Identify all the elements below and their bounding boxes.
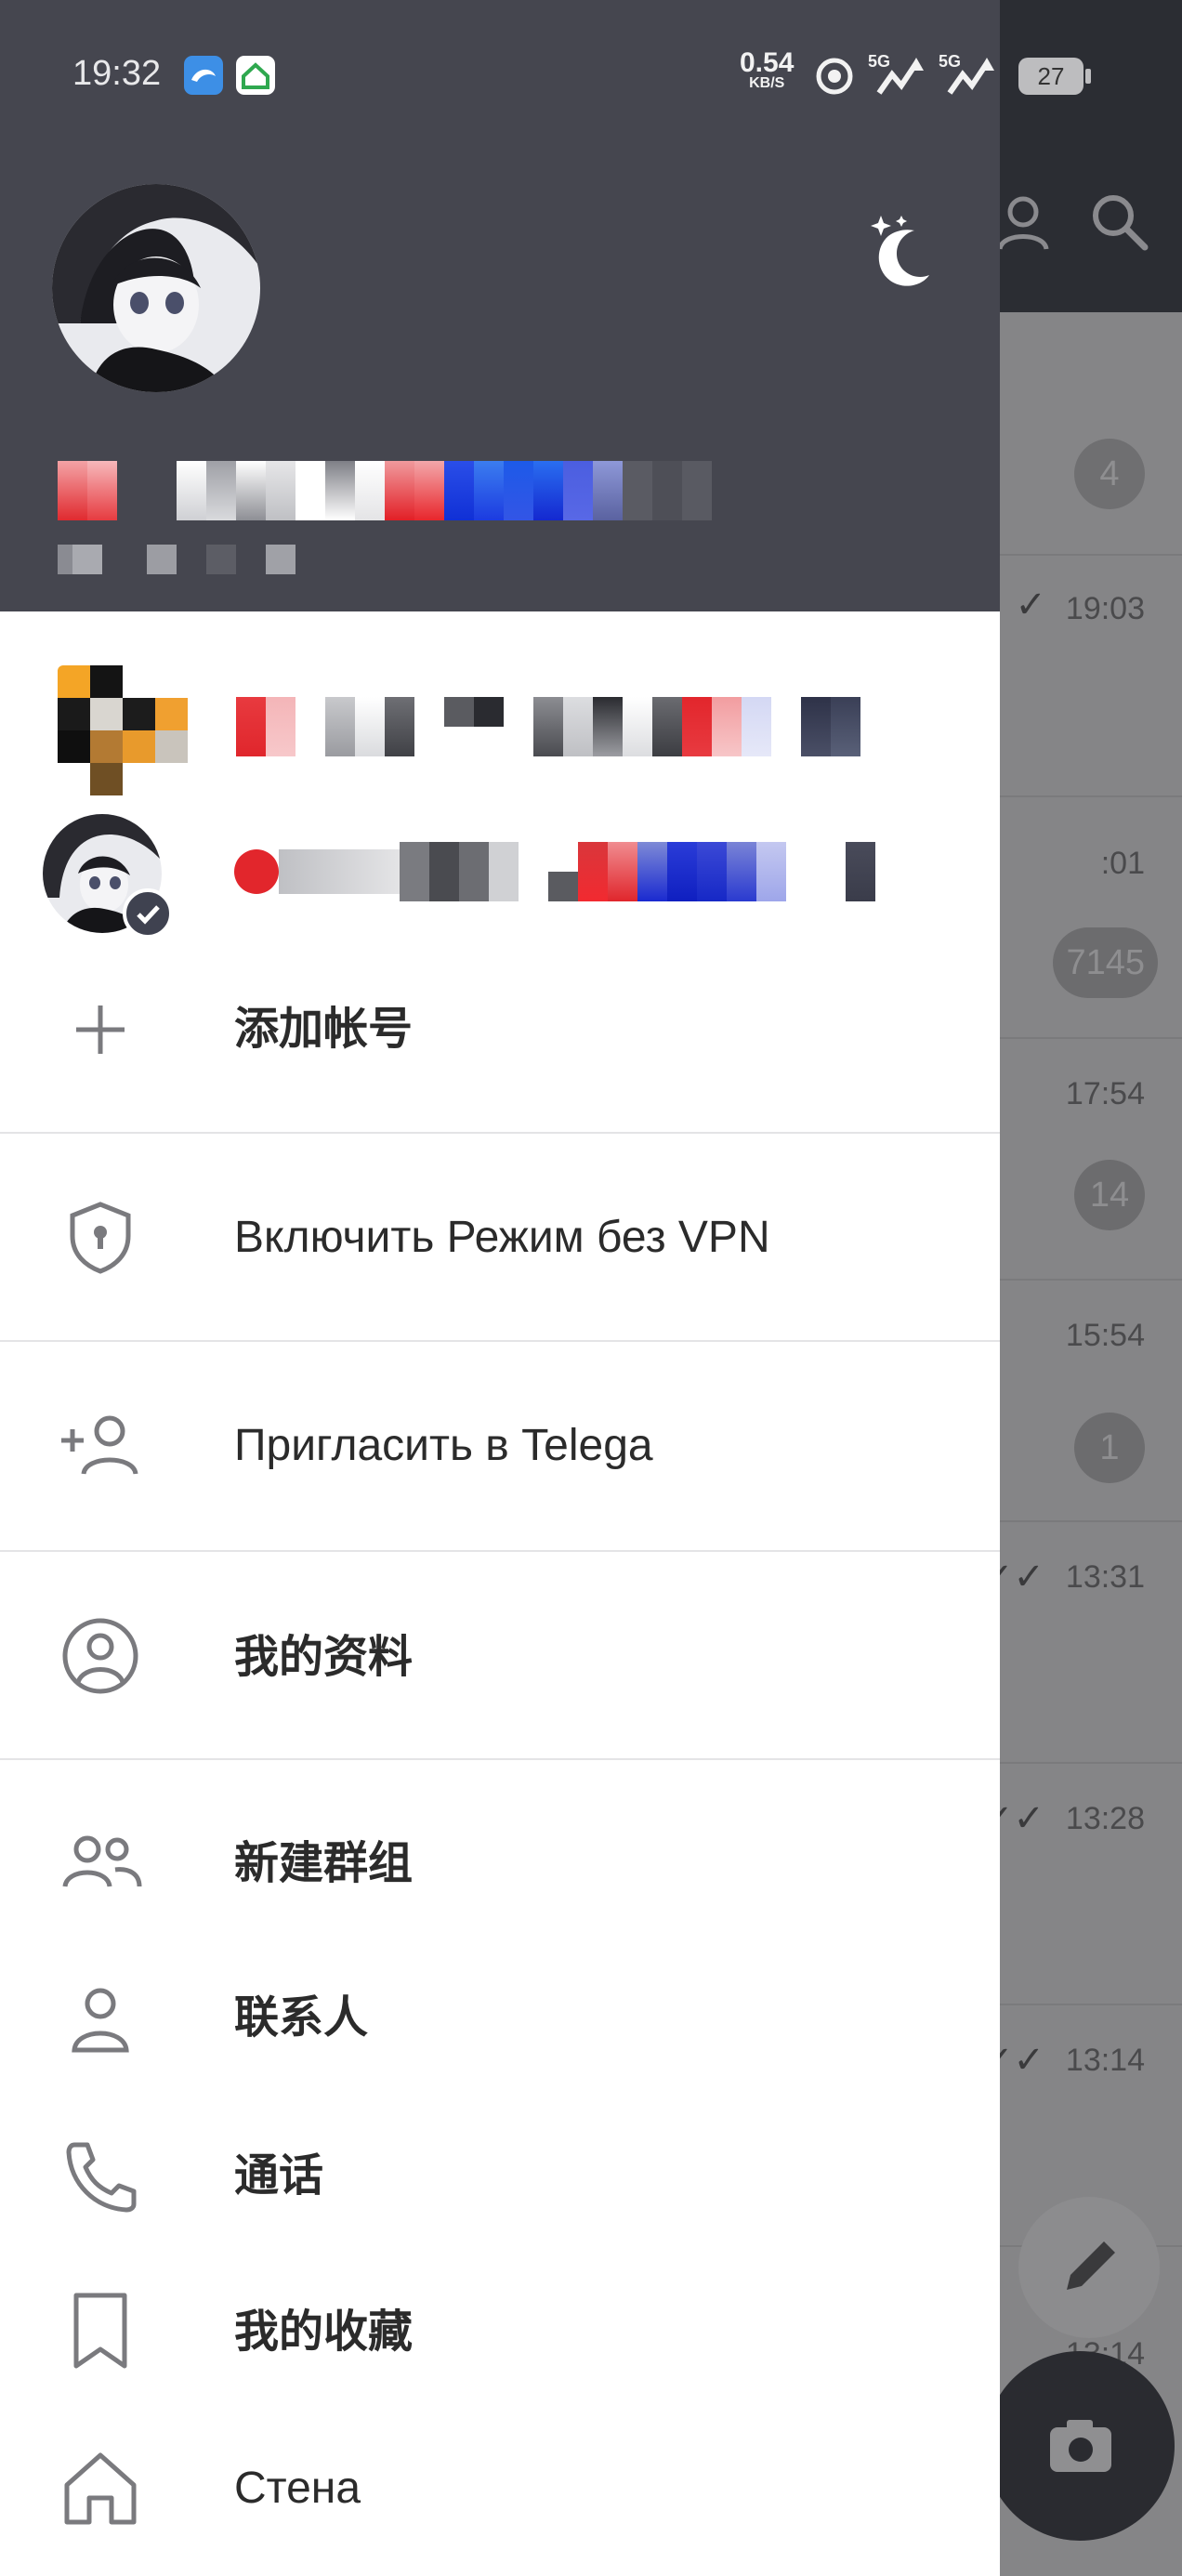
pencil-icon [1067, 2241, 1115, 2290]
unread-badge: 7145 [1053, 927, 1158, 998]
home-icon [64, 2452, 137, 2525]
hotspot-icon [816, 58, 853, 95]
night-mode-toggle[interactable] [860, 206, 944, 290]
chat-row[interactable]: ✓ 19:03 [1000, 556, 1182, 797]
battery-indicator: 27 [1018, 58, 1084, 95]
phone-icon [66, 2142, 137, 2213]
chat-time: 13:28 [1065, 1801, 1145, 1836]
add-account-button[interactable]: 添加帐号 [0, 957, 1000, 1106]
divider [0, 1132, 1000, 1134]
profile-circle-icon [62, 1618, 138, 1694]
chat-row[interactable]: 15:54 1 [1000, 1281, 1182, 1522]
divider [0, 1550, 1000, 1552]
chat-time: :01 [1100, 846, 1145, 881]
divider [0, 1340, 1000, 1342]
menu-item-saved[interactable]: 我的收藏 [0, 2258, 1000, 2407]
status-time: 19:32 [72, 54, 162, 93]
person-icon [72, 1988, 129, 2053]
navigation-drawer: 19:32 0.54 KB/S 5G 5G 添加帐号 Включить Режи… [0, 0, 1000, 2576]
signal-5g-label: 5G [868, 52, 891, 71]
add-person-icon [61, 1415, 138, 1475]
menu-item-label: 联系人 [234, 1993, 369, 2043]
chat-time: 17:54 [1065, 1076, 1145, 1111]
menu-item-label: 新建群组 [234, 1839, 414, 1888]
unread-badge: 14 [1074, 1160, 1145, 1230]
menu-item-my-profile[interactable]: 我的资料 [0, 1582, 1000, 1730]
chat-time: 13:31 [1065, 1559, 1145, 1595]
unread-badge: 1 [1074, 1413, 1145, 1483]
compose-button[interactable] [1018, 2197, 1160, 2338]
signal-5g-label: 5G [939, 52, 962, 71]
account-row-current[interactable] [0, 799, 1000, 948]
account-name-redacted [236, 697, 860, 756]
chat-row[interactable]: 17:54 14 [1000, 1039, 1182, 1281]
add-account-label: 添加帐号 [234, 1005, 414, 1054]
chat-time: 19:03 [1065, 591, 1145, 626]
drawer-header: 19:32 0.54 KB/S 5G 5G [0, 0, 1000, 611]
account-avatar [58, 665, 188, 795]
menu-item-label: 我的资料 [234, 1633, 414, 1682]
avatar[interactable] [52, 184, 260, 392]
battery-tip [1085, 69, 1091, 84]
bookmark-icon [73, 2293, 127, 2369]
selected-account-check-icon [123, 888, 173, 939]
home-app-icon [236, 56, 275, 95]
divider [0, 1758, 1000, 1760]
menu-item-contacts[interactable]: 联系人 [0, 1948, 1000, 2096]
menu-item-label: Включить Режим без VPN [234, 1213, 770, 1262]
profile-name-redacted [58, 461, 712, 520]
menu-item-new-group[interactable]: 新建群组 [0, 1792, 1000, 1940]
menu-item-label: Стена [234, 2464, 361, 2513]
camera-button[interactable] [985, 2351, 1175, 2541]
contacts-icon[interactable] [991, 190, 1056, 255]
chat-time: 13:14 [1065, 2043, 1145, 2078]
camera-icon [1050, 2420, 1111, 2472]
chat-row[interactable]: :01 7145 [1000, 797, 1182, 1039]
network-speed: 0.54 KB/S [740, 47, 795, 91]
chat-row[interactable] [1000, 312, 1182, 556]
account-name-redacted [234, 842, 875, 901]
chat-time: 15:54 [1065, 1318, 1145, 1353]
menu-item-vpn[interactable]: Включить Режим без VPN [0, 1165, 1000, 1314]
chat-row[interactable]: ✓✓ 13:31 [982, 1522, 1182, 1764]
menu-item-invite[interactable]: Пригласить в Telega [0, 1373, 1000, 1522]
moon-icon [871, 216, 929, 286]
plus-icon [76, 1005, 125, 1054]
chat-row[interactable]: ✓✓ 13:28 [982, 1764, 1182, 2005]
shield-lock-icon [70, 1202, 131, 1274]
menu-item-label: 我的收藏 [234, 2307, 414, 2357]
account-row-secondary[interactable] [0, 651, 1000, 799]
group-icon [62, 1835, 142, 1887]
profile-phone-redacted [58, 545, 296, 574]
menu-item-wall[interactable]: Стена [0, 2414, 1000, 2563]
menu-item-label: Пригласить в Telega [234, 1421, 653, 1470]
search-icon[interactable] [1087, 190, 1152, 255]
menu-item-calls[interactable]: 通话 [0, 2102, 1000, 2251]
app-notification-icon [184, 56, 223, 95]
read-check-icon: ✓ [1015, 585, 1046, 625]
menu-item-label: 通话 [234, 2151, 324, 2201]
